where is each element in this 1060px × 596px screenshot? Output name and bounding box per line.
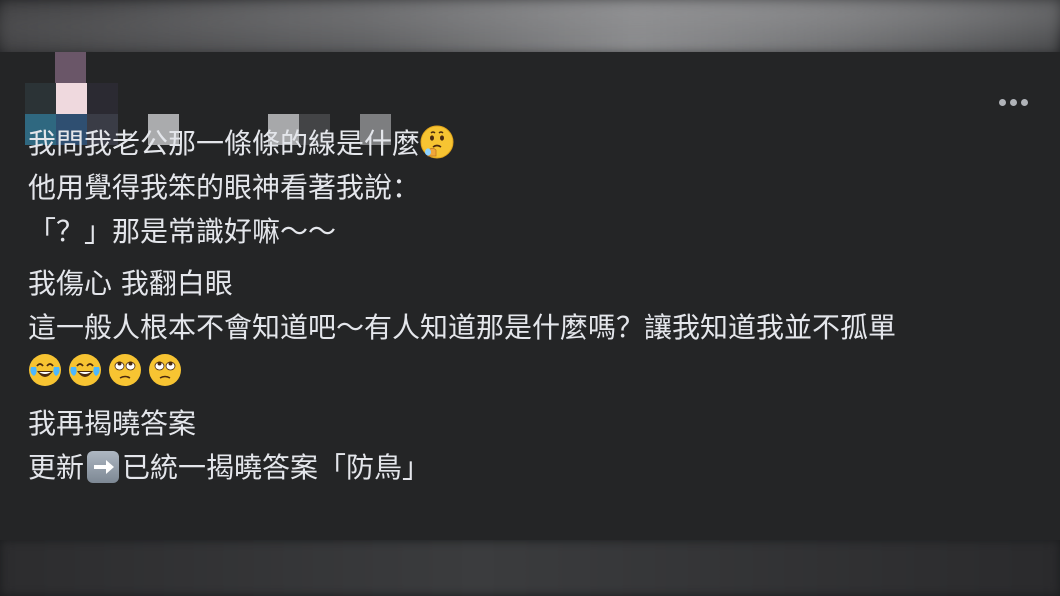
post-line: 我問我老公那一條條的線是什麼	[28, 122, 1058, 166]
blurred-footer-background	[0, 540, 1060, 596]
answer-reveal-text: 已統一揭曉答案「防鳥」	[122, 451, 431, 484]
post-line: 我傷心 我翻白眼	[28, 262, 1058, 306]
more-dot	[1009, 98, 1017, 106]
post-line-text: 「？」那是常識好嘛～～	[28, 215, 337, 248]
post-line: 我再揭曉答案	[28, 402, 1058, 446]
post-text: 我問我老公那一條條的線是什麼 他用覺得我笨的眼神看著我說： 「？」那是常識好嘛～…	[28, 122, 1058, 490]
thinking-drool-face-icon	[420, 125, 454, 159]
tears-of-joy-icon	[28, 353, 62, 387]
more-horizontal-icon	[998, 98, 1006, 106]
eye-roll-face-icon	[148, 353, 182, 387]
post-line-text: 我問我老公那一條條的線是什麼	[28, 127, 421, 160]
blurred-header-overlay	[0, 0, 1060, 58]
post-line-text: 他用覺得我笨的眼神看著我說：	[28, 171, 421, 204]
post-emoji-line	[28, 350, 1058, 394]
post-line-text: 我再揭曉答案	[28, 407, 197, 440]
update-label: 更新	[28, 451, 85, 484]
post-line: 這一般人根本不會知道吧～有人知道那是什麼嗎？讓我知道我並不孤單	[28, 306, 1058, 350]
post-line: 他用覺得我笨的眼神看著我說：	[28, 166, 1058, 210]
post-line: 更新 已統一揭曉答案「防鳥」	[28, 446, 1058, 490]
post-line-text: 這一般人根本不會知道吧～有人知道那是什麼嗎？讓我知道我並不孤單	[28, 311, 897, 344]
eye-roll-face-icon	[108, 353, 142, 387]
more-options-button[interactable]	[986, 87, 1040, 117]
tears-of-joy-icon	[68, 353, 102, 387]
right-arrow-icon	[87, 451, 120, 483]
more-dot	[1020, 98, 1028, 106]
post-line: 「？」那是常識好嘛～～	[28, 210, 1058, 254]
post-line-text: 我傷心 我翻白眼	[28, 267, 233, 300]
